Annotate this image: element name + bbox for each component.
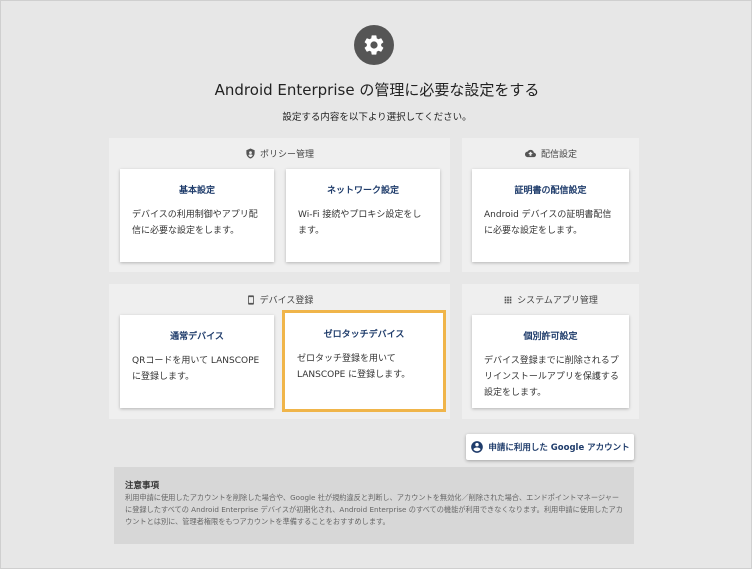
phone-icon — [247, 294, 254, 305]
card-title: ゼロタッチデバイス — [323, 330, 405, 340]
google-account-button-label: 申請に利用した Google アカウント — [488, 443, 630, 453]
card-title: 個別許可設定 — [523, 332, 578, 342]
group-distribution: 配信設定 証明書の配信設定 Android デバイスの証明書配信に必要な設定をし… — [462, 138, 639, 272]
grid-icon — [504, 296, 512, 303]
cloud-upload-icon — [524, 149, 536, 158]
card-title: 基本設定 — [178, 186, 215, 196]
card-network-settings[interactable]: ネットワーク設定 Wi-Fi 接続やプロキシ設定をします。 — [286, 169, 440, 262]
card-description: デバイスの利用制御やアプリ配信に必要な設定をします。 — [132, 210, 258, 236]
group-title-policy: ポリシー管理 — [259, 150, 314, 160]
card-individual-permission[interactable]: 個別許可設定 デバイス登録までに削除されるプリインストールアプリを保護する設定を… — [472, 315, 629, 408]
notice-title: 注意事項 — [125, 481, 160, 491]
page-frame: Android Enterprise の管理に必要な設定をする 設定する内容を以… — [0, 0, 752, 569]
header-gear-badge — [354, 25, 394, 65]
card-basic-settings[interactable]: 基本設定 デバイスの利用制御やアプリ配信に必要な設定をします。 — [120, 169, 274, 262]
notice-box: 注意事項 利用申請に使用したアカウントを削除した場合や、Google 社が規約違… — [114, 467, 634, 544]
card-description: デバイス登録までに削除されるプリインストールアプリを保護する設定をします。 — [484, 356, 619, 398]
card-title: 通常デバイス — [170, 332, 224, 342]
account-circle-icon — [471, 441, 484, 453]
card-zero-touch-device[interactable]: ゼロタッチデバイス ゼロタッチ登録を用いて LANSCOPE に登録します。 — [282, 310, 446, 412]
notice-body: 利用申請に使用したアカウントを削除した場合や、Google 社が規約違反と判断し… — [125, 493, 623, 526]
group-system-app: システムアプリ管理 個別許可設定 デバイス登録までに削除されるプリインストールア… — [462, 284, 639, 419]
group-device-registration: デバイス登録 通常デバイス QRコードを用いて LANSCOPE に登録します。… — [109, 284, 450, 419]
google-account-button[interactable]: 申請に利用した Google アカウント — [466, 434, 634, 460]
card-description: Android デバイスの証明書配信に必要な設定をします。 — [484, 210, 612, 236]
shield-icon — [246, 148, 255, 159]
group-title-distribution: 配信設定 — [540, 150, 577, 160]
card-certificate-distribution[interactable]: 証明書の配信設定 Android デバイスの証明書配信に必要な設定をします。 — [472, 169, 629, 262]
page-subtitle: 設定する内容を以下より選択してください。 — [282, 112, 472, 123]
card-description: QRコードを用いて LANSCOPE に登録します。 — [132, 356, 260, 382]
page-title: Android Enterprise の管理に必要な設定をする — [214, 81, 540, 99]
gear-icon — [364, 35, 384, 55]
card-title: ネットワーク設定 — [326, 186, 399, 196]
card-description: Wi-Fi 接続やプロキシ設定をします。 — [298, 210, 422, 236]
card-normal-device[interactable]: 通常デバイス QRコードを用いて LANSCOPE に登録します。 — [120, 315, 274, 408]
card-description: ゼロタッチ登録を用いて LANSCOPE に登録します。 — [297, 354, 411, 380]
group-title-device: デバイス登録 — [259, 296, 314, 306]
card-title: 証明書の配信設定 — [514, 186, 587, 196]
group-title-system-app: システムアプリ管理 — [517, 296, 598, 306]
group-policy: ポリシー管理 基本設定 デバイスの利用制御やアプリ配信に必要な設定をします。 ネ… — [109, 138, 450, 272]
